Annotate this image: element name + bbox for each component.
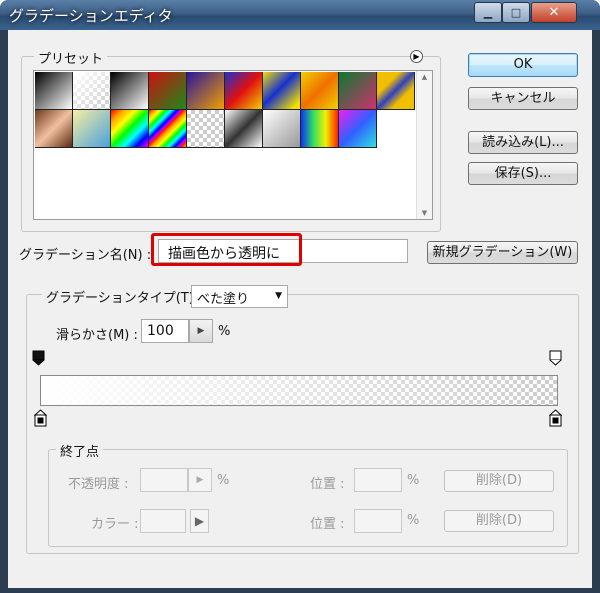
color-stop-left[interactable] <box>33 409 48 427</box>
scroll-up-arrow[interactable]: ▲ <box>417 73 432 81</box>
arrow-right-icon: ▶ <box>194 514 205 528</box>
chevron-down-icon: ▼ <box>275 291 282 301</box>
ok-button[interactable]: OK <box>468 53 578 77</box>
color-picker-button[interactable]: ▶ <box>190 509 209 533</box>
opacity-delete-button[interactable]: 削除(D) <box>444 470 554 492</box>
maximize-icon: □ <box>510 6 522 19</box>
color-swatch[interactable] <box>140 509 186 533</box>
stops-group <box>48 449 568 547</box>
gradient-name-label: グラデーション名(N) : <box>19 248 152 263</box>
color-delete-button[interactable]: 削除(D) <box>444 510 554 532</box>
window-title: グラデーションエディタ <box>9 7 173 25</box>
preset-swatch[interactable] <box>301 110 339 148</box>
new-gradient-button[interactable]: 新規グラデーション(W) <box>427 241 578 264</box>
color-label: カラー : <box>91 517 139 532</box>
smoothness-value: 100 <box>147 323 174 339</box>
close-button[interactable]: ✕ <box>531 2 577 23</box>
color-location-unit: % <box>407 513 420 528</box>
gradient-type-label: グラデーションタイプ(T) : <box>42 287 207 306</box>
minimize-button[interactable]: ▁ <box>474 2 502 23</box>
preset-swatch[interactable] <box>187 72 225 110</box>
color-stop-right[interactable] <box>548 409 563 427</box>
gradient-preview-bar[interactable] <box>40 375 558 406</box>
preset-swatch[interactable] <box>339 110 377 148</box>
preset-swatch[interactable] <box>149 110 187 148</box>
minimize-icon: ▁ <box>483 6 493 19</box>
save-button[interactable]: 保存(S)... <box>468 162 578 185</box>
opacity-stop-left[interactable] <box>32 350 45 366</box>
preset-swatch-grid <box>34 71 418 221</box>
preset-swatch[interactable] <box>35 110 73 148</box>
preset-menu-button[interactable]: ▶ <box>410 50 423 63</box>
gradient-editor-window: グラデーションエディタ ▁ □ ✕ プリセット ▶ ▲ ▼ OK キャンセル 読… <box>0 0 600 593</box>
smoothness-stepper[interactable]: ▶ <box>189 319 213 343</box>
opacity-unit: % <box>217 473 230 488</box>
gradient-type-value: べた塗り <box>197 292 250 307</box>
preset-swatch[interactable] <box>339 72 377 110</box>
highlight-box <box>151 233 302 266</box>
color-location-label: 位置 : <box>310 517 345 532</box>
preset-swatch[interactable] <box>225 72 263 110</box>
arrow-right-icon: ▶ <box>197 326 205 336</box>
gradient-overlay <box>41 376 557 405</box>
maximize-button[interactable]: □ <box>502 2 530 23</box>
opacity-location-unit: % <box>407 473 420 488</box>
opacity-label: 不透明度 : <box>68 477 129 492</box>
preset-swatch[interactable] <box>187 110 225 148</box>
opacity-stop-right[interactable] <box>549 350 562 366</box>
load-button[interactable]: 読み込み(L)... <box>468 131 578 154</box>
opacity-location-input[interactable] <box>354 468 402 492</box>
opacity-input[interactable] <box>140 468 188 492</box>
preset-swatch[interactable] <box>225 110 263 148</box>
stops-legend: 終了点 <box>56 441 104 460</box>
smoothness-label: 滑らかさ(M) : <box>56 328 138 343</box>
scroll-down-arrow[interactable]: ▼ <box>417 209 432 217</box>
circle-right-arrow-icon: ▶ <box>413 52 420 61</box>
gradient-type-select[interactable]: べた塗り ▼ <box>191 285 288 308</box>
preset-label: プリセット <box>34 48 108 67</box>
close-icon: ✕ <box>548 5 560 20</box>
preset-swatch[interactable] <box>73 110 111 148</box>
color-location-input[interactable] <box>354 509 402 533</box>
preset-swatch[interactable] <box>111 110 149 148</box>
dialog-client-area: プリセット ▶ ▲ ▼ OK キャンセル 読み込み(L)... 保存(S)...… <box>8 30 592 588</box>
opacity-location-label: 位置 : <box>310 477 345 492</box>
preset-swatch[interactable] <box>377 72 415 110</box>
smoothness-unit: % <box>218 324 231 339</box>
preset-swatch[interactable] <box>73 72 111 110</box>
preset-swatch[interactable] <box>263 110 301 148</box>
preset-list: ▲ ▼ <box>33 70 433 220</box>
preset-swatch[interactable] <box>301 72 339 110</box>
cancel-button[interactable]: キャンセル <box>468 87 578 110</box>
smoothness-input[interactable]: 100 <box>141 319 189 343</box>
preset-swatch[interactable] <box>149 72 187 110</box>
preset-swatch[interactable] <box>111 72 149 110</box>
preset-swatch[interactable] <box>35 72 73 110</box>
preset-scrollbar[interactable]: ▲ ▼ <box>416 71 432 219</box>
arrow-right-icon: ▶ <box>196 475 204 485</box>
preset-swatch[interactable] <box>263 72 301 110</box>
opacity-stepper[interactable]: ▶ <box>188 468 212 492</box>
title-bar[interactable]: グラデーションエディタ ▁ □ ✕ <box>0 0 600 30</box>
